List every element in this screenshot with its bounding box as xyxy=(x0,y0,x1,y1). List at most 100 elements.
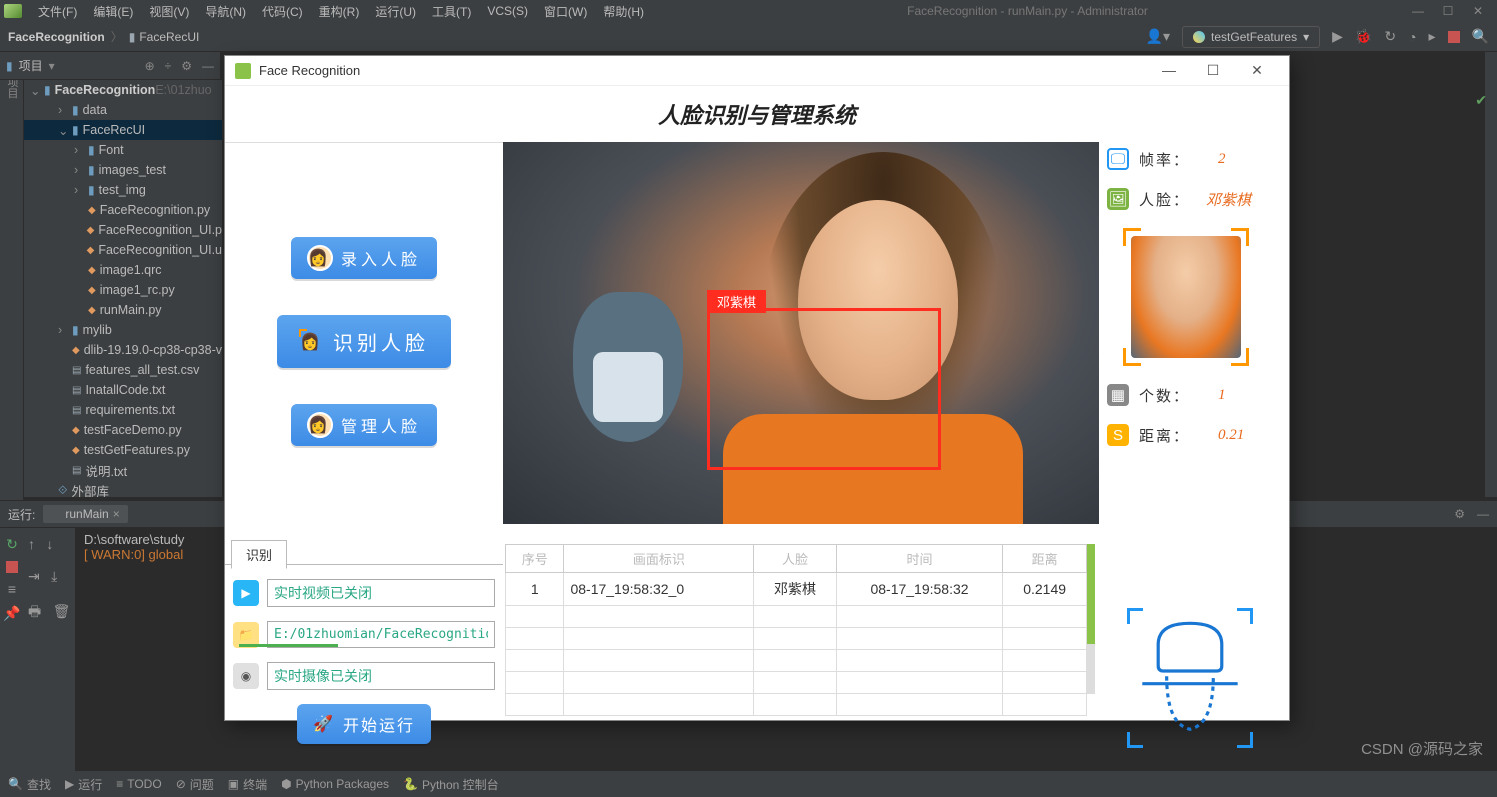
menu-view[interactable]: 视图(V) xyxy=(141,3,197,20)
profile-icon[interactable]: ◔ xyxy=(1408,29,1416,45)
tree-item[interactable]: ›▮Font xyxy=(24,140,222,160)
tree-item[interactable]: ›▮mylib xyxy=(24,320,222,340)
dialog-close-icon[interactable]: ✕ xyxy=(1235,62,1279,79)
print-icon[interactable]: 🖶 xyxy=(28,601,41,625)
tree-item[interactable]: ▤features_all_test.csv xyxy=(24,360,222,380)
menu-help[interactable]: 帮助(H) xyxy=(595,3,652,20)
pause-icon[interactable]: ≡ xyxy=(0,581,24,597)
table-header[interactable]: 距离 xyxy=(1003,545,1087,573)
attach-icon[interactable]: ▸ xyxy=(1429,28,1436,45)
up-icon[interactable]: ↑ xyxy=(28,536,35,552)
tree-item[interactable]: ◆FaceRecognition_UI.p xyxy=(24,220,222,240)
menu-file[interactable]: 文件(F) xyxy=(30,3,85,20)
table-header[interactable]: 画面标识 xyxy=(564,545,754,573)
close-run-tab-icon[interactable]: × xyxy=(113,507,120,521)
recognize-face-button[interactable]: 👩 识别人脸 xyxy=(277,315,451,368)
tree-root[interactable]: ⌄▮FaceRecognition E:\01zhuo xyxy=(24,80,222,100)
table-header[interactable]: 序号 xyxy=(506,545,564,573)
inspection-ok-icon[interactable]: ✔ xyxy=(1475,92,1487,109)
menu-run[interactable]: 运行(U) xyxy=(367,3,424,20)
play-icon[interactable]: ▶ xyxy=(233,580,259,606)
run-config-selector[interactable]: testGetFeatures ▾ xyxy=(1182,26,1320,48)
tree-item[interactable]: ◆image1_rc.py xyxy=(24,280,222,300)
menu-nav[interactable]: 导航(N) xyxy=(197,3,254,20)
menu-edit[interactable]: 编辑(E) xyxy=(85,3,141,20)
bottom-pyconsole[interactable]: 🐍 Python 控制台 xyxy=(403,776,499,793)
tree-item[interactable]: ◆FaceRecognition.py xyxy=(24,200,222,220)
table-header[interactable]: 时间 xyxy=(836,545,1003,573)
breadcrumb-project[interactable]: FaceRecognition xyxy=(8,30,105,44)
project-dropdown-icon[interactable]: ▾ xyxy=(49,59,55,73)
project-collapse-icon[interactable]: ⊕ xyxy=(145,59,155,73)
recognition-tab[interactable]: 识别 xyxy=(231,540,287,569)
tree-item[interactable]: ◆dlib-19.19.0-cp38-cp38-v xyxy=(24,340,222,360)
bottom-find[interactable]: 🔍 查找 xyxy=(8,776,51,793)
menu-refactor[interactable]: 重构(R) xyxy=(311,3,368,20)
tree-item[interactable]: ◆testGetFeatures.py xyxy=(24,440,222,460)
tree-item[interactable]: ▤requirements.txt xyxy=(24,400,222,420)
monitor-icon: 🖵 xyxy=(1107,148,1129,170)
tree-item[interactable]: ›▮test_img xyxy=(24,180,222,200)
run-settings-icon[interactable]: ⚙ xyxy=(1454,507,1465,521)
tree-item[interactable]: ◆runMain.py xyxy=(24,300,222,320)
breadcrumb-folder[interactable]: FaceRecUI xyxy=(139,30,199,44)
project-settings-icon[interactable]: ⚙ xyxy=(181,59,192,73)
search-everywhere-icon[interactable]: 🔍 xyxy=(1472,28,1489,45)
wrap-icon[interactable]: ⇥ xyxy=(28,568,40,585)
stop-run-icon[interactable] xyxy=(6,561,18,573)
python-icon xyxy=(1193,31,1205,43)
stop-button-icon[interactable] xyxy=(1448,31,1460,43)
menu-code[interactable]: 代码(C) xyxy=(254,3,311,20)
tree-item[interactable]: ⌄▮FaceRecUI xyxy=(24,120,222,140)
tree-item[interactable]: ◆FaceRecognition_UI.u xyxy=(24,240,222,260)
menu-window[interactable]: 窗口(W) xyxy=(536,3,595,20)
menu-tools[interactable]: 工具(T) xyxy=(424,3,479,20)
path-field[interactable] xyxy=(267,621,495,648)
pin-icon[interactable]: 📌 xyxy=(0,605,24,622)
camera-icon[interactable]: ◉ xyxy=(233,663,259,689)
window-title: FaceRecognition - runMain.py - Administr… xyxy=(652,4,1403,18)
tree-item[interactable]: ▤说明.txt xyxy=(24,460,222,480)
window-maximize-icon[interactable]: ☐ xyxy=(1433,4,1463,18)
run-hide-icon[interactable]: — xyxy=(1477,507,1489,521)
table-scrollbar[interactable] xyxy=(1087,544,1095,694)
results-table[interactable]: 序号画面标识人脸时间距离 108-17_19:58:32_0邓紫棋08-17_1… xyxy=(505,544,1087,716)
bottom-todo[interactable]: ≡ TODO xyxy=(116,777,161,791)
tree-item[interactable]: ›▮images_test xyxy=(24,160,222,180)
tree-item[interactable]: ▤InatallCode.txt xyxy=(24,380,222,400)
tree-item[interactable]: ◆image1.qrc xyxy=(24,260,222,280)
window-minimize-icon[interactable]: — xyxy=(1403,4,1433,18)
project-hide-icon[interactable]: — xyxy=(202,59,214,73)
clear-icon[interactable]: 🗑 xyxy=(53,603,71,620)
tree-item[interactable]: ◆testFaceDemo.py xyxy=(24,420,222,440)
dialog-minimize-icon[interactable]: — xyxy=(1147,62,1191,79)
start-run-button[interactable]: 🚀 开始运行 xyxy=(297,704,431,744)
debug-button-icon[interactable]: 🐞 xyxy=(1355,28,1372,45)
table-row[interactable]: 108-17_19:58:32_0邓紫棋08-17_19:58:320.2149 xyxy=(506,573,1087,606)
manage-face-button[interactable]: 👩 管理人脸 xyxy=(291,404,437,446)
enroll-face-button[interactable]: 👩 录入人脸 xyxy=(291,237,437,279)
bottom-run[interactable]: ▶ 运行 xyxy=(65,776,102,793)
bottom-problems[interactable]: ⊘ 问题 xyxy=(176,776,214,793)
window-close-icon[interactable]: ✕ xyxy=(1463,4,1493,18)
bottom-terminal[interactable]: ▣ 终端 xyxy=(228,776,267,793)
user-dropdown-icon[interactable]: 👤▾ xyxy=(1146,28,1170,45)
video-status-field[interactable] xyxy=(267,579,495,607)
camera-status-field[interactable] xyxy=(267,662,495,690)
project-expand-icon[interactable]: ÷ xyxy=(165,59,172,73)
down-icon[interactable]: ↓ xyxy=(46,536,53,552)
run-tab-name[interactable]: runMain xyxy=(65,507,108,521)
tree-item[interactable]: ›▮data xyxy=(24,100,222,120)
scroll-icon[interactable]: ⤓ xyxy=(51,568,57,585)
folder-open-icon[interactable]: 📁 xyxy=(233,622,259,648)
project-tree[interactable]: ⌄▮FaceRecognition E:\01zhuo›▮data⌄▮FaceR… xyxy=(24,80,222,497)
tree-item[interactable]: ⟐外部库 xyxy=(24,480,222,497)
dialog-maximize-icon[interactable]: ☐ xyxy=(1191,62,1235,79)
menu-vcs[interactable]: VCS(S) xyxy=(479,4,536,18)
run-button-icon[interactable]: ▶ xyxy=(1332,28,1343,45)
dialog-titlebar[interactable]: Face Recognition — ☐ ✕ xyxy=(225,56,1289,86)
table-header[interactable]: 人脸 xyxy=(754,545,836,573)
bottom-pypkg[interactable]: ⬢ Python Packages xyxy=(281,777,389,791)
rerun-icon[interactable]: ↻ xyxy=(0,536,24,553)
coverage-icon[interactable]: ↻ xyxy=(1384,28,1396,45)
